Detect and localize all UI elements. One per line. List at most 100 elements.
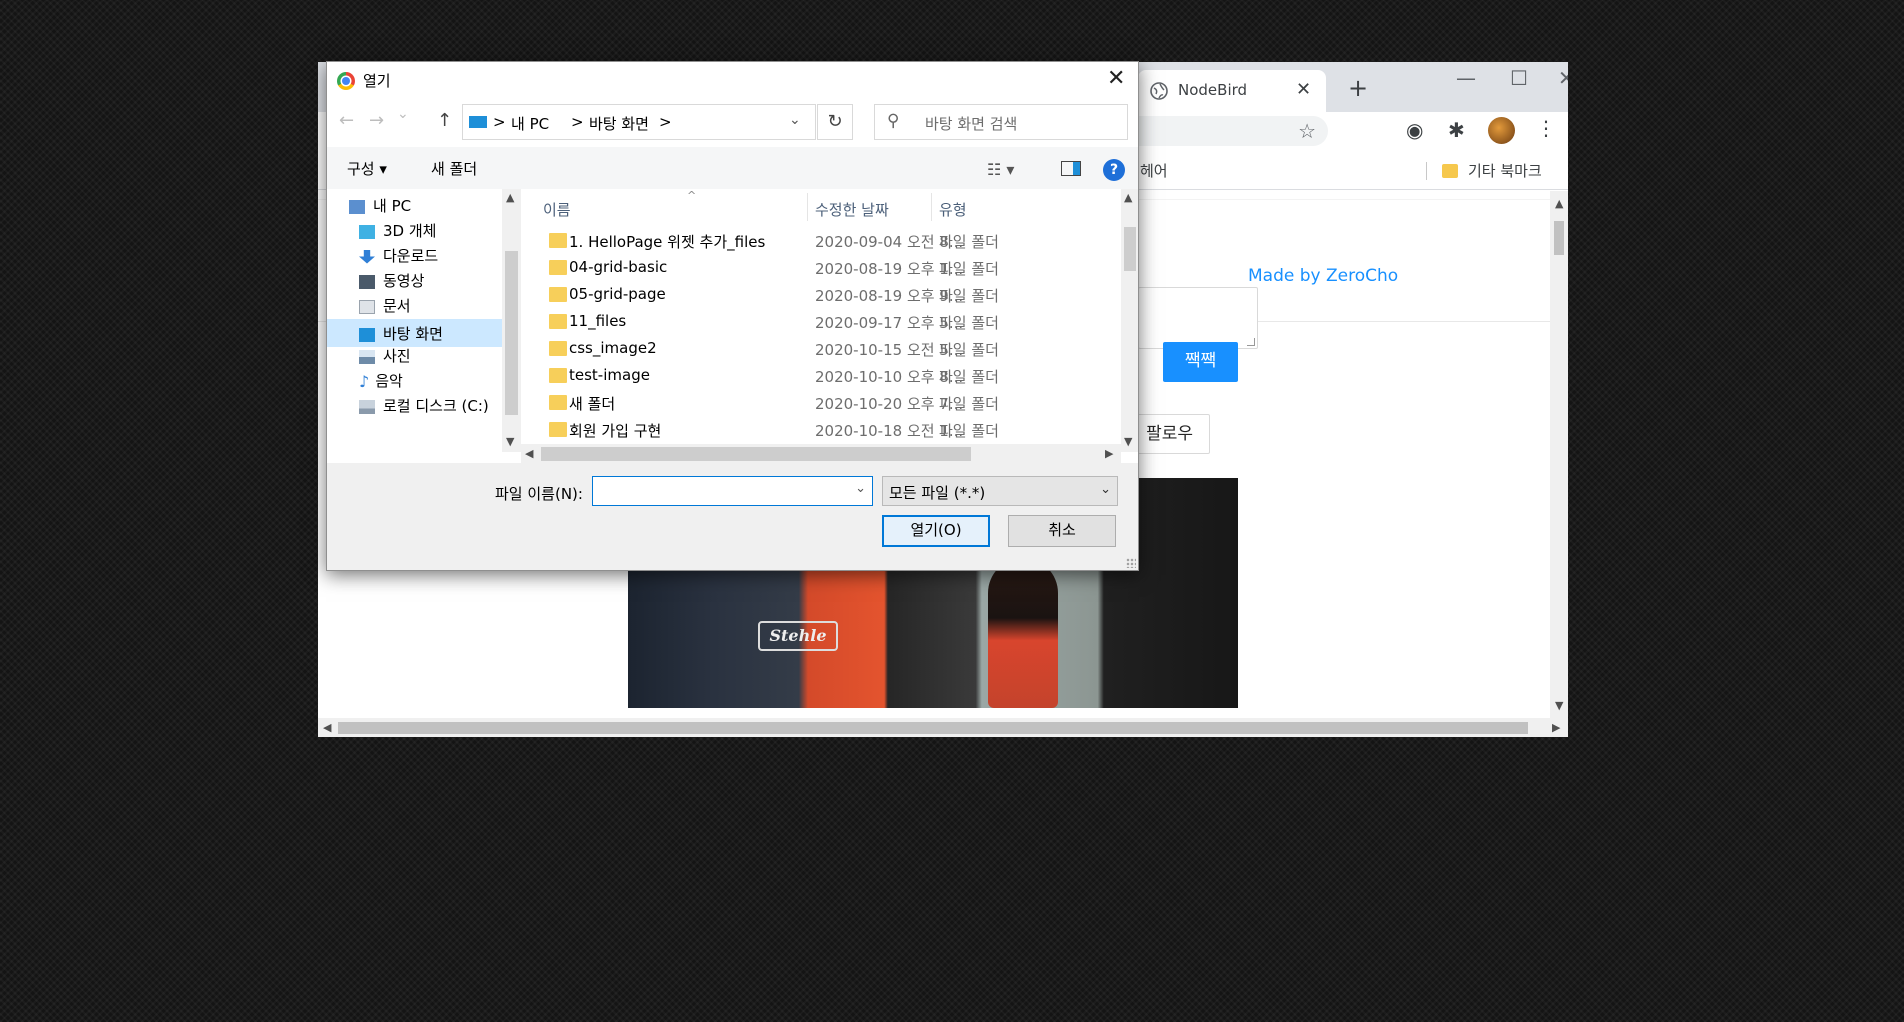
refresh-button[interactable]: ↻: [817, 104, 853, 140]
file-row[interactable]: 05-grid-page 2020-08-19 오후 9... 파일 폴더: [521, 283, 1121, 310]
pictures-icon: [359, 349, 375, 364]
scroll-left-arrow-icon[interactable]: ◀: [525, 447, 533, 460]
bookmark-separator: [1426, 162, 1427, 180]
column-header-type[interactable]: 유형: [939, 199, 967, 220]
follow-button[interactable]: 팔로우: [1130, 414, 1210, 454]
globe-icon: [1150, 82, 1168, 100]
file-type: 파일 폴더: [939, 233, 999, 251]
tab-close-icon[interactable]: ✕: [1296, 79, 1311, 100]
tweet-textarea[interactable]: [1138, 287, 1258, 349]
organize-button[interactable]: 구성 ▾: [347, 158, 387, 179]
scroll-up-arrow-icon[interactable]: ▲: [1555, 197, 1563, 210]
column-separator[interactable]: [931, 193, 932, 221]
sort-caret-icon: ^: [687, 189, 697, 202]
dialog-footer: 파일 이름(N): ⌄ 모든 파일 (*.*) ⌄ 열기(O) 취소: [327, 463, 1138, 570]
minimize-button[interactable]: —: [1456, 66, 1476, 90]
extension-icon[interactable]: ◉: [1406, 118, 1423, 142]
folder-icon: [549, 341, 567, 356]
resize-grip-icon[interactable]: [1126, 558, 1136, 568]
folder-icon: [549, 314, 567, 329]
chevron-down-icon[interactable]: ⌄: [855, 481, 866, 496]
tree-item-3d-objects[interactable]: 3D 개체: [359, 220, 499, 248]
tree-item-mypc[interactable]: 내 PC: [349, 195, 499, 223]
scrollbar-thumb[interactable]: [338, 722, 1528, 734]
filename-input[interactable]: ⌄: [592, 476, 873, 506]
file-list-vertical-scrollbar[interactable]: ▲ ▼: [1121, 189, 1138, 452]
file-type: 파일 폴더: [939, 341, 999, 359]
file-row[interactable]: 04-grid-basic 2020-08-19 오후 1... 파일 폴더: [521, 256, 1121, 283]
puzzle-icon[interactable]: ✱: [1448, 118, 1465, 142]
resize-handle-icon[interactable]: [1247, 338, 1255, 346]
dialog-title: 열기: [363, 72, 391, 90]
view-options-icon[interactable]: ☷ ▾: [987, 160, 1014, 179]
file-row[interactable]: 11_files 2020-09-17 오후 5... 파일 폴더: [521, 310, 1121, 337]
menu-dots-icon[interactable]: ⋮: [1536, 116, 1556, 140]
column-header-date[interactable]: 수정한 날짜: [815, 199, 889, 220]
chevron-down-icon[interactable]: ⌄: [1100, 482, 1111, 497]
filetype-select[interactable]: 모든 파일 (*.*) ⌄: [882, 476, 1118, 506]
made-by-link[interactable]: Made by ZeroCho: [1248, 266, 1398, 286]
file-name: 회원 가입 구현: [569, 422, 662, 440]
new-folder-button[interactable]: 새 폴더: [431, 158, 477, 179]
scrollbar-thumb[interactable]: [1124, 227, 1136, 271]
tree-item-local-disk[interactable]: 로컬 디스크 (C:): [359, 395, 502, 423]
path-bar[interactable]: > 내 PC > 바탕 화면 > ⌄: [462, 104, 816, 140]
back-arrow-icon[interactable]: ←: [339, 110, 354, 131]
tree-item-desktop[interactable]: 바탕 화면: [327, 319, 502, 347]
file-row[interactable]: css_image2 2020-10-15 오전 5... 파일 폴더: [521, 337, 1121, 364]
folder-icon: [549, 287, 567, 302]
tweet-button[interactable]: 짹짹: [1163, 342, 1238, 382]
pc-icon: [349, 199, 365, 214]
file-row[interactable]: test-image 2020-10-10 오후 8... 파일 폴더: [521, 364, 1121, 391]
open-file-dialog: 열기 ✕ ← → ⌄ ↑ > 내 PC > 바탕 화면 > ⌄ ↻ ⚲ 바탕 화…: [326, 61, 1139, 571]
scroll-left-arrow-icon[interactable]: ◀: [323, 721, 331, 734]
chevron-down-icon[interactable]: ⌄: [789, 112, 801, 128]
column-separator[interactable]: [807, 193, 808, 221]
scroll-down-arrow-icon[interactable]: ▼: [1124, 435, 1132, 448]
column-header-name[interactable]: 이름: [543, 199, 571, 220]
help-icon[interactable]: ?: [1103, 159, 1125, 181]
file-list-horizontal-scrollbar[interactable]: ◀ ▶: [521, 444, 1121, 463]
up-arrow-icon[interactable]: ↑: [437, 110, 452, 131]
forward-arrow-icon[interactable]: →: [369, 110, 384, 131]
scrollbar-thumb[interactable]: [505, 251, 518, 415]
file-row[interactable]: 새 폴더 2020-10-20 오후 7... 파일 폴더: [521, 391, 1121, 418]
scroll-right-arrow-icon[interactable]: ▶: [1105, 447, 1113, 460]
breadcrumb-mypc[interactable]: 내 PC: [511, 113, 549, 134]
window-close-button[interactable]: ✕: [1558, 66, 1568, 90]
file-row[interactable]: 회원 가입 구현 2020-10-18 오전 1... 파일 폴더: [521, 418, 1121, 445]
search-placeholder: 바탕 화면 검색: [925, 115, 1018, 133]
maximize-button[interactable]: ☐: [1510, 66, 1528, 90]
scroll-right-arrow-icon[interactable]: ▶: [1552, 721, 1560, 734]
preview-pane-icon[interactable]: [1061, 161, 1081, 176]
tree-item-music[interactable]: ♪ 음악: [359, 370, 499, 398]
tree-item-pictures[interactable]: 사진: [359, 345, 499, 373]
dialog-close-icon[interactable]: ✕: [1107, 66, 1125, 91]
navigation-scrollbar[interactable]: ▲ ▼: [502, 189, 521, 452]
page-horizontal-scrollbar[interactable]: ◀ ▶: [318, 718, 1568, 737]
scroll-up-arrow-icon[interactable]: ▲: [1124, 191, 1132, 204]
avatar[interactable]: [1488, 117, 1515, 144]
new-tab-button[interactable]: +: [1348, 74, 1368, 102]
bookmark-item[interactable]: 헤어: [1140, 160, 1168, 181]
scroll-down-arrow-icon[interactable]: ▼: [1555, 699, 1563, 712]
scrollbar-thumb[interactable]: [541, 447, 971, 461]
tab-nodebird[interactable]: NodeBird ✕: [1138, 70, 1326, 112]
file-row[interactable]: 1. HelloPage 위젯 추가_files 2020-09-04 오전 8…: [521, 229, 1121, 256]
cancel-button[interactable]: 취소: [1008, 515, 1116, 547]
file-name: css_image2: [569, 339, 657, 357]
tree-item-downloads[interactable]: 다운로드: [359, 245, 499, 273]
scroll-up-arrow-icon[interactable]: ▲: [506, 191, 514, 204]
file-type: 파일 폴더: [939, 287, 999, 305]
page-vertical-scrollbar[interactable]: ▲ ▼: [1550, 191, 1568, 718]
scrollbar-thumb[interactable]: [1554, 221, 1564, 255]
search-input[interactable]: ⚲ 바탕 화면 검색: [874, 104, 1128, 140]
open-button[interactable]: 열기(O): [882, 515, 990, 547]
tree-item-videos[interactable]: 동영상: [359, 270, 499, 298]
tree-item-label: 문서: [383, 297, 411, 315]
bookmark-star-icon[interactable]: ☆: [1298, 119, 1316, 143]
recent-locations-icon[interactable]: ⌄: [397, 106, 409, 122]
scroll-down-arrow-icon[interactable]: ▼: [506, 435, 514, 448]
other-bookmarks[interactable]: 기타 북마크: [1468, 160, 1542, 181]
breadcrumb-desktop[interactable]: 바탕 화면: [589, 113, 649, 134]
